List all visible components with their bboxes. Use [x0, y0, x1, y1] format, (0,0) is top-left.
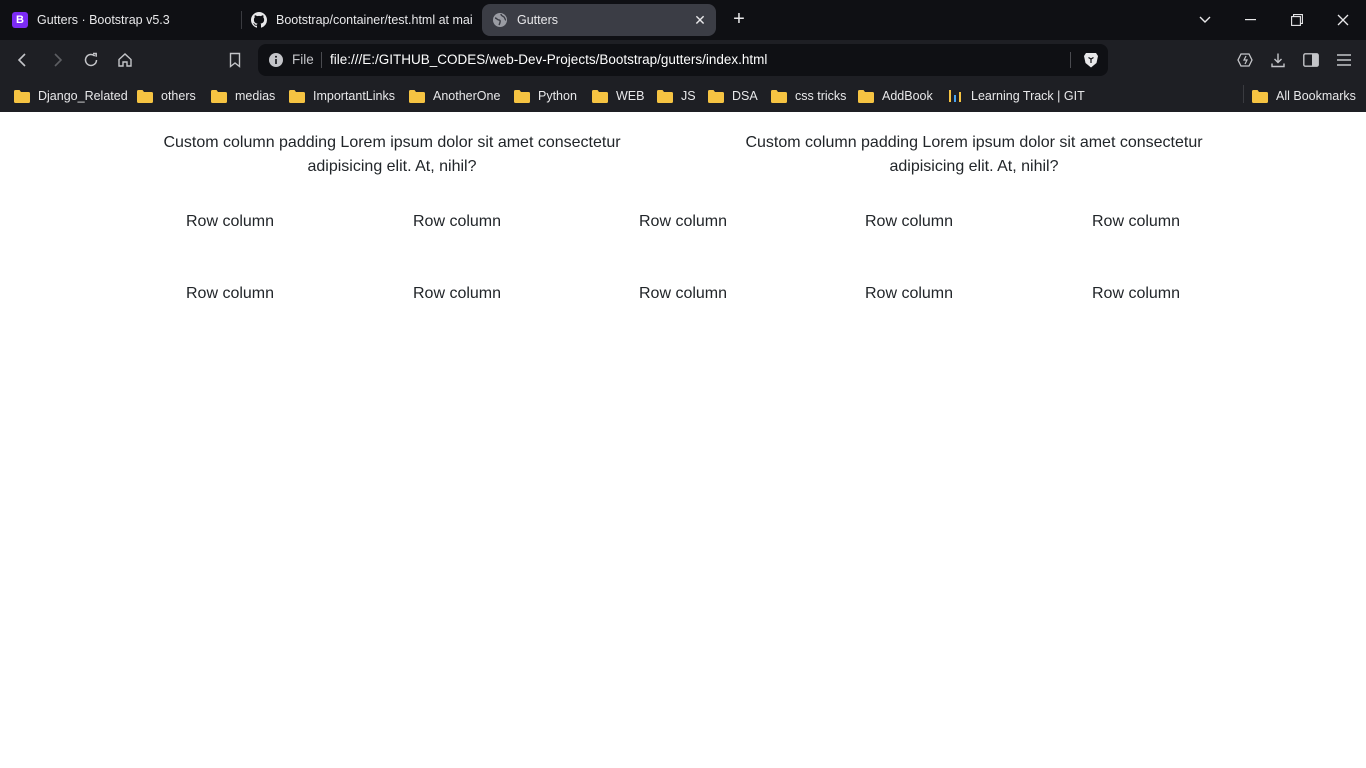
bookmark-folder-django-related[interactable]: Django_Related: [14, 86, 128, 106]
forward-arrow-icon[interactable]: [45, 48, 69, 72]
tab-title: Gutters · Bootstrap v5.3: [37, 13, 170, 27]
bookmark-folder-others[interactable]: others: [137, 86, 196, 106]
url-divider: [321, 52, 322, 68]
site-info-icon[interactable]: [268, 52, 284, 68]
bookmark-label: DSA: [732, 89, 758, 103]
bookmark-label: All Bookmarks: [1276, 89, 1356, 103]
folder-icon: [858, 89, 874, 103]
bookmark-label: ImportantLinks: [313, 89, 395, 103]
bootstrap-logo-icon: B: [12, 12, 28, 28]
bookmark-label: medias: [235, 89, 276, 103]
folder-icon: [1252, 89, 1268, 103]
bookmark-label: Learning Track | GIT: [971, 89, 1085, 103]
page-content: Custom column padding Lorem ipsum dolor …: [0, 112, 1366, 768]
custom-column-padding-text: Custom column padding Lorem ipsum dolor …: [163, 134, 621, 175]
bar-chart-icon: [949, 90, 961, 102]
home-icon[interactable]: [113, 48, 137, 72]
browser-toolbar: File file:///E:/GITHUB_CODES/web-Dev-Pro…: [0, 40, 1366, 80]
folder-icon: [592, 89, 608, 103]
folder-icon: [14, 89, 30, 103]
close-window-icon[interactable]: [1329, 6, 1357, 34]
new-tab-plus-icon[interactable]: +: [728, 9, 750, 31]
reload-icon[interactable]: [79, 48, 103, 72]
bookmark-folder-js[interactable]: JS: [657, 86, 696, 106]
bookmarks-bar: Django_Related others medias ImportantLi…: [0, 80, 1366, 112]
bookmark-folder-importantlinks[interactable]: ImportantLinks: [289, 86, 395, 106]
tab-strip: B Gutters · Bootstrap v5.3 Bootstrap/con…: [0, 0, 1366, 40]
row-column: Row column: [1091, 213, 1181, 230]
close-tab-icon[interactable]: ✕: [692, 12, 708, 28]
folder-icon: [211, 89, 227, 103]
bookmark-folder-addbook[interactable]: AddBook: [858, 86, 933, 106]
row-column: Row column: [412, 285, 502, 302]
bookmark-folder-css-tricks[interactable]: css tricks: [771, 86, 846, 106]
bookmark-label: Django_Related: [38, 89, 128, 103]
bookmark-label: WEB: [616, 89, 645, 103]
minimize-window-icon[interactable]: [1237, 6, 1265, 34]
bookmark-label: Python: [538, 89, 577, 103]
bookmark-folder-medias[interactable]: medias: [211, 86, 275, 106]
tab-gutters-active[interactable]: Gutters ✕: [482, 4, 716, 36]
bookmark-label: AnotherOne: [433, 89, 501, 103]
bookmark-label: JS: [681, 89, 696, 103]
folder-icon: [771, 89, 787, 103]
url-text[interactable]: file:///E:/GITHUB_CODES/web-Dev-Projects…: [330, 52, 767, 67]
sidebar-toggle-icon[interactable]: [1301, 50, 1321, 70]
row-column: Row column: [864, 285, 954, 302]
tab-gutters-bootstrap[interactable]: B Gutters · Bootstrap v5.3: [12, 4, 238, 36]
address-bar[interactable]: File file:///E:/GITHUB_CODES/web-Dev-Pro…: [258, 44, 1108, 76]
custom-column-padding-text: Custom column padding Lorem ipsum dolor …: [745, 134, 1203, 175]
bookmark-learning-track-git[interactable]: Learning Track | GIT: [947, 86, 1085, 106]
row-column: Row column: [638, 213, 728, 230]
all-bookmarks-folder[interactable]: All Bookmarks: [1252, 86, 1356, 106]
bookmark-label: css tricks: [795, 89, 847, 103]
globe-icon: [492, 12, 508, 28]
restore-window-icon[interactable]: [1283, 6, 1311, 34]
brave-shields-icon[interactable]: [1082, 51, 1100, 69]
row-column: Row column: [412, 213, 502, 230]
bookmark-folder-dsa[interactable]: DSA: [708, 86, 758, 106]
folder-icon: [137, 89, 153, 103]
folder-icon: [708, 89, 724, 103]
tab-title: Bootstrap/container/test.html at mai: [276, 13, 472, 27]
row-column: Row column: [638, 285, 728, 302]
bookmark-folder-anotherone[interactable]: AnotherOne: [409, 86, 500, 106]
bookmark-label: others: [161, 89, 196, 103]
folder-icon: [409, 89, 425, 103]
url-scheme-label: File: [292, 52, 314, 67]
row-column: Row column: [1091, 285, 1181, 302]
folder-icon: [657, 89, 673, 103]
folder-icon: [514, 89, 530, 103]
bookmarks-separator: [1243, 85, 1244, 103]
row-column: Row column: [864, 213, 954, 230]
folder-icon: [289, 89, 305, 103]
tab-separator: [241, 11, 242, 29]
bookmark-icon[interactable]: [223, 48, 247, 72]
tab-github-test-html[interactable]: Bootstrap/container/test.html at mai: [251, 4, 472, 36]
bookmark-folder-python[interactable]: Python: [514, 86, 577, 106]
back-arrow-icon[interactable]: [11, 48, 35, 72]
download-icon[interactable]: [1268, 50, 1288, 70]
url-divider: [1070, 52, 1071, 68]
leo-ai-icon[interactable]: [1235, 50, 1255, 70]
tab-title: Gutters: [517, 13, 558, 27]
tab-search-chevron-icon[interactable]: [1191, 6, 1219, 34]
menu-hamburger-icon[interactable]: [1334, 50, 1354, 70]
github-icon: [251, 12, 267, 28]
row-column: Row column: [185, 213, 275, 230]
bookmark-label: AddBook: [882, 89, 933, 103]
row-column: Row column: [185, 285, 275, 302]
bookmark-folder-web[interactable]: WEB: [592, 86, 644, 106]
